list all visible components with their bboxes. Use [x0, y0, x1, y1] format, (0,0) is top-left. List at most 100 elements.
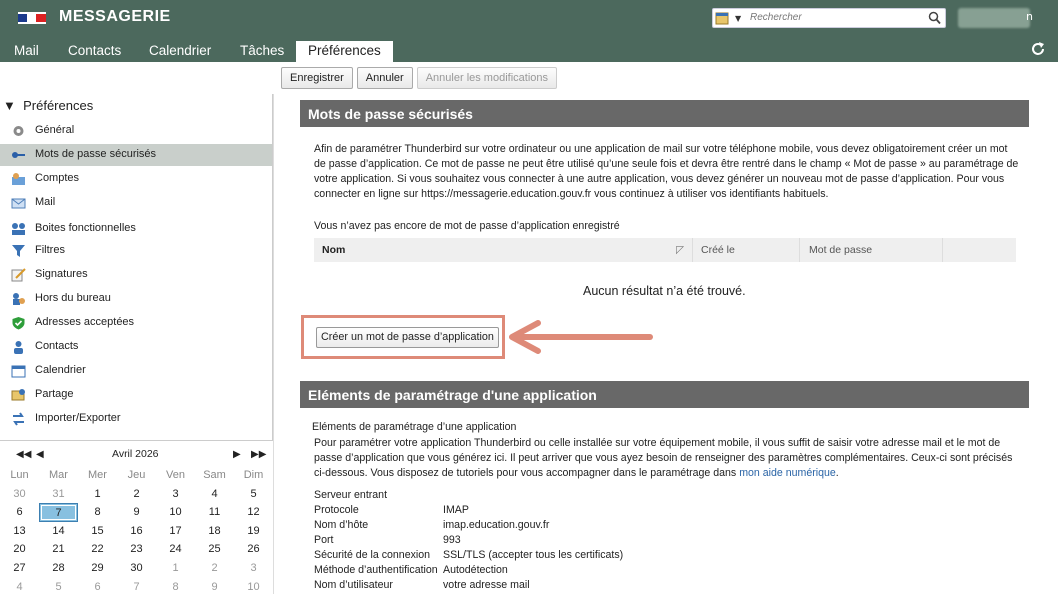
- sidebar-item-signatures[interactable]: Signatures: [0, 264, 272, 286]
- calendar-day[interactable]: 9: [195, 578, 234, 596]
- calendar-day[interactable]: 30: [0, 485, 39, 504]
- sort-icon[interactable]: ◸: [676, 244, 684, 256]
- user-name[interactable]: n: [1026, 10, 1033, 23]
- calendar-day[interactable]: 7: [117, 578, 156, 596]
- setting-value: votre adresse mail: [443, 579, 530, 591]
- sidebar: ▼ Préférences Général Mots de passe sécu…: [0, 94, 273, 440]
- collapse-triangle-icon[interactable]: ▼: [3, 98, 16, 113]
- calendar-day[interactable]: 13: [0, 522, 39, 541]
- sidebar-item-contacts[interactable]: Contacts: [0, 336, 272, 358]
- calendar-day[interactable]: 9: [117, 503, 156, 522]
- calendar-day[interactable]: 1: [78, 485, 117, 504]
- calendar-day[interactable]: 2: [117, 485, 156, 504]
- calendar-day[interactable]: 28: [39, 559, 78, 578]
- prev-year-icon[interactable]: ◀◀: [16, 449, 31, 460]
- calendar-day[interactable]: 6: [78, 578, 117, 596]
- calendar-day-today[interactable]: 7: [39, 503, 78, 522]
- create-app-password-button[interactable]: Créer un mot de passe d’application: [316, 327, 499, 348]
- calendar-day[interactable]: 16: [117, 522, 156, 541]
- sidebar-item-label: Comptes: [35, 172, 80, 184]
- calendar-day[interactable]: 23: [117, 540, 156, 559]
- calendar-day[interactable]: 29: [78, 559, 117, 578]
- sidebar-item-calendar[interactable]: Calendrier: [0, 360, 272, 382]
- tab-contacts[interactable]: Contacts: [68, 41, 121, 62]
- tab-preferences[interactable]: Préférences: [296, 41, 393, 62]
- calendar-day[interactable]: 2: [195, 559, 234, 578]
- calendar-day[interactable]: 19: [234, 522, 273, 541]
- sidebar-item-import-export[interactable]: Importer/Exporter: [0, 408, 272, 430]
- tab-mail[interactable]: Mail: [14, 41, 39, 62]
- sidebar-header[interactable]: ▼ Préférences: [3, 98, 93, 113]
- tab-tasks[interactable]: Tâches: [240, 41, 284, 62]
- calendar-day[interactable]: 30: [117, 559, 156, 578]
- calendar-day[interactable]: 24: [156, 540, 195, 559]
- sidebar-item-label: Mots de passe sécurisés: [35, 148, 157, 160]
- calendar-day[interactable]: 3: [156, 485, 195, 504]
- calendar-day[interactable]: 31: [39, 485, 78, 504]
- next-year-icon[interactable]: ▶▶: [251, 449, 266, 460]
- search-icon[interactable]: [928, 11, 941, 25]
- sidebar-item-sharing[interactable]: Partage: [0, 384, 272, 406]
- calendar-day[interactable]: 10: [156, 503, 195, 522]
- calendar-day[interactable]: 15: [78, 522, 117, 541]
- calendar-day[interactable]: 3: [234, 559, 273, 578]
- signature-icon: [11, 268, 26, 282]
- column-header-created[interactable]: Créé le: [701, 244, 735, 256]
- refresh-icon[interactable]: [1029, 40, 1047, 58]
- contact-icon: [14, 341, 23, 354]
- calendar-day[interactable]: 14: [39, 522, 78, 541]
- calendar-day[interactable]: 20: [0, 540, 39, 559]
- column-header-password[interactable]: Mot de passe: [809, 244, 872, 256]
- sidebar-item-accepted-addresses[interactable]: Adresses acceptées: [0, 312, 272, 334]
- sidebar-item-label: Général: [35, 124, 75, 136]
- calendar-day[interactable]: 8: [78, 503, 117, 522]
- undo-changes-button[interactable]: Annuler les modifications: [416, 67, 558, 89]
- accounts-icon: [12, 173, 25, 185]
- app-settings-subtitle: Eléments de paramétrage d’une applicatio…: [312, 421, 517, 433]
- calendar-day[interactable]: 27: [0, 559, 39, 578]
- sidebar-item-label: Adresses acceptées: [35, 316, 135, 328]
- pane-splitter[interactable]: [273, 94, 277, 594]
- calendar-day[interactable]: 12: [234, 503, 273, 522]
- calendar-search-icon[interactable]: [715, 11, 730, 25]
- save-button[interactable]: Enregistrer: [281, 67, 353, 89]
- sidebar-item-filters[interactable]: Filtres: [0, 240, 272, 262]
- calendar-day[interactable]: 4: [0, 578, 39, 596]
- search-input[interactable]: Rechercher: [750, 12, 802, 23]
- calendar-day[interactable]: 18: [195, 522, 234, 541]
- chevron-down-icon[interactable]: ▼: [735, 14, 741, 23]
- mail-icon: [11, 198, 26, 209]
- calendar-day[interactable]: 22: [78, 540, 117, 559]
- calendar-day[interactable]: 11: [195, 503, 234, 522]
- sidebar-item-secure-passwords[interactable]: Mots de passe sécurisés: [0, 144, 272, 166]
- calendar-day[interactable]: 17: [156, 522, 195, 541]
- calendar-day[interactable]: 26: [234, 540, 273, 559]
- prev-month-icon[interactable]: ◀: [36, 449, 44, 460]
- help-link[interactable]: mon aide numérique: [739, 467, 836, 479]
- column-header-name[interactable]: Nom: [322, 244, 345, 256]
- calendar-day[interactable]: 1: [156, 559, 195, 578]
- sidebar-item-mail[interactable]: Mail: [0, 192, 272, 214]
- calendar-day[interactable]: 21: [39, 540, 78, 559]
- sidebar-item-general[interactable]: Général: [0, 120, 272, 142]
- app-settings-desc-text: Pour paramétrer votre application Thunde…: [314, 437, 1013, 479]
- calendar-day[interactable]: 10: [234, 578, 273, 596]
- calendar-day[interactable]: 25: [195, 540, 234, 559]
- next-month-icon[interactable]: ▶: [233, 449, 241, 460]
- weekday-header: Mar: [49, 469, 68, 481]
- tab-calendar[interactable]: Calendrier: [149, 41, 211, 62]
- calendar-day[interactable]: 5: [39, 578, 78, 596]
- cancel-button[interactable]: Annuler: [356, 67, 413, 89]
- sidebar-item-functional-boxes[interactable]: Boites fonctionnelles: [0, 218, 272, 240]
- calendar-day[interactable]: 5: [234, 485, 273, 504]
- search-box[interactable]: ▼ Rechercher: [712, 8, 946, 28]
- calendar-day[interactable]: 6: [0, 503, 39, 522]
- weekday-header: Mer: [88, 469, 107, 481]
- sidebar-item-out-of-office[interactable]: Hors du bureau: [0, 288, 272, 310]
- share-icon: [11, 389, 25, 401]
- sidebar-item-accounts[interactable]: Comptes: [0, 168, 272, 190]
- setting-value: SSL/TLS (accepter tous les certificats): [443, 549, 624, 561]
- calendar-day[interactable]: 8: [156, 578, 195, 596]
- user-avatar[interactable]: [958, 8, 1030, 28]
- calendar-day[interactable]: 4: [195, 485, 234, 504]
